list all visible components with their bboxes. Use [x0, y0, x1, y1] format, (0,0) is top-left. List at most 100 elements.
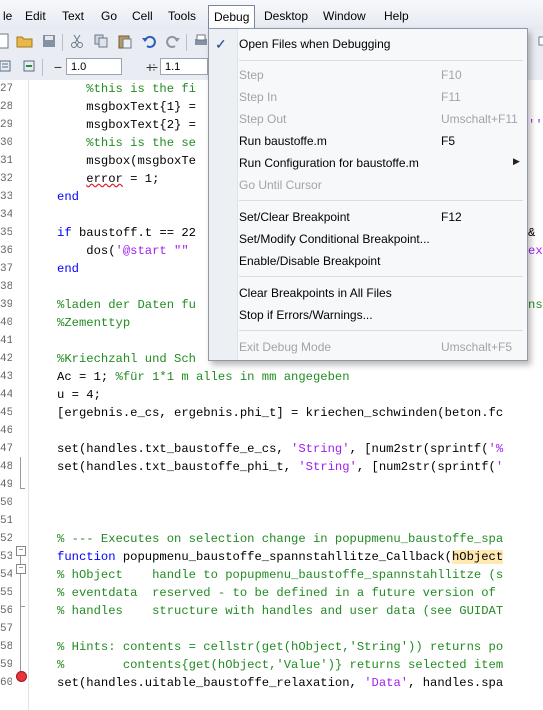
- code-text: msgboxText{2} =: [57, 118, 196, 132]
- code-line[interactable]: 49: [0, 476, 543, 494]
- line-number: 43: [0, 371, 12, 383]
- shortcut-step-in: F11: [441, 90, 461, 104]
- line-number: 34: [0, 209, 12, 221]
- menu-enable-disable-breakpoint[interactable]: Enable/Disable Breakpoint: [239, 250, 380, 272]
- shortcut-set-clear-breakpoint: F12: [441, 210, 462, 224]
- code-line[interactable]: 43 Ac = 1; %für 1*1 m alles in mm angegeb…: [0, 368, 543, 386]
- code-fragment: &: [528, 226, 536, 240]
- menu-set-clear-breakpoint[interactable]: Set/Clear Breakpoint: [239, 206, 350, 228]
- code-text: if baustoff.t == 22: [57, 226, 196, 240]
- menu-step-out[interactable]: Step Out: [239, 108, 286, 130]
- code-line[interactable]: 54 % hObject handle to popupmenu_baustoff…: [0, 566, 543, 584]
- window-control-icon[interactable]: [534, 33, 543, 51]
- code-text: end: [57, 262, 79, 276]
- menu-window[interactable]: Window: [318, 6, 371, 26]
- line-number: 53: [0, 551, 12, 563]
- menu-desktop[interactable]: Desktop: [259, 6, 313, 26]
- code-line[interactable]: 45 [ergebnis.e_cs, ergebnis.phi_t] = krie…: [0, 404, 543, 422]
- line-number: 36: [0, 245, 12, 257]
- decrement-button[interactable]: −: [50, 58, 66, 76]
- menu-file[interactable]: le: [0, 6, 17, 26]
- line-number: 39: [0, 299, 12, 311]
- toolbar-separator: [62, 34, 63, 51]
- line-number: 31: [0, 155, 12, 167]
- code-line[interactable]: 52 % --- Executes on selection change in …: [0, 530, 543, 548]
- code-line[interactable]: 48 set(handles.txt_baustoffe_phi_t, 'Stri…: [0, 458, 543, 476]
- menu-edit[interactable]: Edit: [20, 6, 51, 26]
- fold-toggle-comment[interactable]: −: [16, 564, 26, 574]
- menu-set-modify-conditional-breakpoint[interactable]: Set/Modify Conditional Breakpoint...: [239, 228, 430, 250]
- line-number: 32: [0, 173, 12, 185]
- divide-value-input[interactable]: 1.1: [160, 58, 208, 75]
- menu-run-configuration[interactable]: Run Configuration for baustoffe.m: [239, 152, 419, 174]
- code-line[interactable]: 56 % handles structure with handles and u…: [0, 602, 543, 620]
- fold-toggle-function[interactable]: −: [16, 546, 26, 556]
- line-spacing-input[interactable]: 1.0: [66, 58, 122, 75]
- code-line[interactable]: 46: [0, 422, 543, 440]
- line-number: 52: [0, 533, 12, 545]
- menu-separator: [239, 200, 523, 201]
- code-line[interactable]: 55 % eventdata reserved - to be defined i…: [0, 584, 543, 602]
- redo-icon[interactable]: [164, 33, 182, 51]
- line-number: 38: [0, 281, 12, 293]
- code-line[interactable]: 50: [0, 494, 543, 512]
- code-text: %this is the fi: [57, 82, 196, 96]
- code-text: %this is the se: [57, 136, 196, 150]
- menu-cell[interactable]: Cell: [127, 6, 158, 26]
- open-folder-icon[interactable]: [16, 33, 34, 51]
- code-line[interactable]: 47 set(handles.txt_baustoffe_e_cs, 'Strin…: [0, 440, 543, 458]
- code-fragment: ns: [528, 298, 543, 312]
- line-number: 47: [0, 443, 12, 455]
- code-text: % handles structure with handles and use…: [57, 604, 504, 618]
- line-number: 33: [0, 191, 12, 203]
- code-line[interactable]: 58 % Hints: contents = cellstr(get(hObjec…: [0, 638, 543, 656]
- menu-tools[interactable]: Tools: [163, 6, 201, 26]
- cell-mode-icon[interactable]: [0, 58, 14, 76]
- menu-go[interactable]: Go: [96, 6, 122, 26]
- code-fragment: ex: [528, 244, 543, 258]
- line-number: 54: [0, 569, 12, 581]
- code-text: % Hints: contents = cellstr(get(hObject,…: [57, 640, 504, 654]
- toolbar-separator: [42, 59, 43, 76]
- breakpoint-marker[interactable]: [16, 671, 27, 682]
- menu-clear-breakpoints-all-files[interactable]: Clear Breakpoints in All Files: [239, 282, 392, 304]
- menu-run[interactable]: Run baustoffe.m: [239, 130, 327, 152]
- new-file-icon[interactable]: [0, 33, 12, 51]
- code-line[interactable]: 51: [0, 512, 543, 530]
- code-text: set(handles.txt_baustoffe_phi_t, 'String…: [57, 460, 504, 474]
- paste-icon[interactable]: [116, 33, 134, 51]
- menu-step-in[interactable]: Step In: [239, 86, 277, 108]
- menu-stop-if-errors-warnings[interactable]: Stop if Errors/Warnings...: [239, 304, 373, 326]
- menu-text[interactable]: Text: [57, 6, 89, 26]
- code-line[interactable]: 57: [0, 620, 543, 638]
- submenu-arrow-icon: ▶: [513, 156, 520, 166]
- code-line[interactable]: 60 set(handles.uitable_baustoffe_relaxati…: [0, 674, 543, 692]
- menu-go-until-cursor[interactable]: Go Until Cursor: [239, 174, 322, 196]
- copy-icon[interactable]: [92, 33, 110, 51]
- code-text: function popupmenu_baustoffe_spannstahll…: [57, 550, 504, 564]
- menu-exit-debug-mode[interactable]: Exit Debug Mode: [239, 336, 331, 358]
- menu-step[interactable]: Step: [239, 64, 264, 86]
- line-number: 30: [0, 137, 12, 149]
- code-text: msgbox(msgboxTe: [57, 154, 196, 168]
- code-line[interactable]: 59 % contents{get(hObject,'Value')} retur…: [0, 656, 543, 674]
- line-number: 45: [0, 407, 12, 419]
- cut-icon[interactable]: [68, 33, 86, 51]
- shortcut-step: F10: [441, 68, 462, 82]
- cell-eval-icon[interactable]: [20, 58, 38, 76]
- line-number: 35: [0, 227, 12, 239]
- code-line[interactable]: 53 function popupmenu_baustoffe_spannstah…: [0, 548, 543, 566]
- save-icon[interactable]: [40, 33, 58, 51]
- debug-dropdown-menu: ✓ Open Files when Debugging Step F10 Ste…: [208, 28, 528, 361]
- shortcut-exit-debug-mode: Umschalt+F5: [441, 340, 513, 354]
- menu-debug[interactable]: Debug: [208, 5, 256, 28]
- code-line[interactable]: 44 u = 4;: [0, 386, 543, 404]
- menu-help[interactable]: Help: [379, 6, 414, 26]
- fold-end: [20, 488, 25, 489]
- line-number: 27: [0, 83, 12, 95]
- undo-icon[interactable]: [140, 33, 158, 51]
- code-fragment: '': [528, 118, 543, 132]
- line-number: 42: [0, 353, 12, 365]
- line-number: 40: [0, 317, 12, 329]
- menu-open-files-when-debugging[interactable]: Open Files when Debugging: [239, 33, 390, 55]
